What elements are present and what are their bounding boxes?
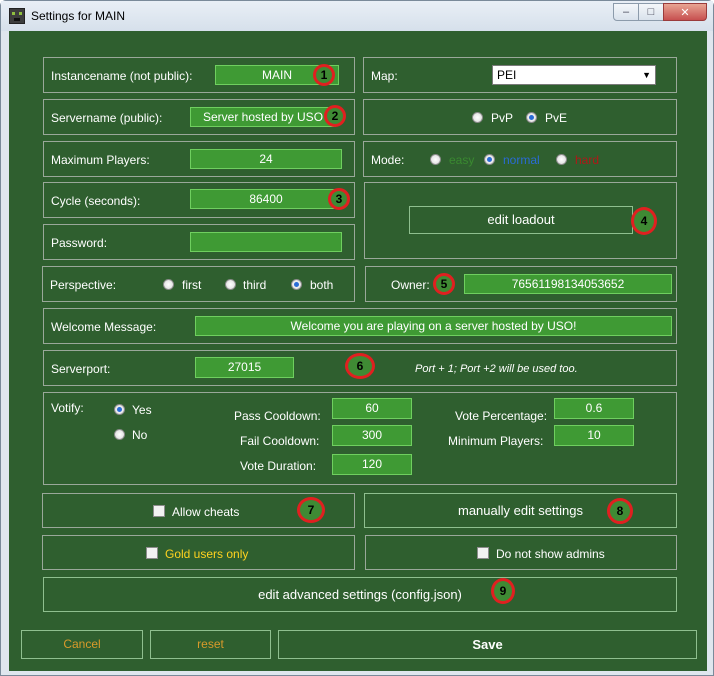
annotation-marker: 8 (607, 498, 633, 524)
serverport-label: Serverport: (51, 362, 111, 376)
annotation-marker: 3 (328, 188, 350, 210)
annotation-marker: 2 (324, 105, 346, 127)
password-input[interactable] (190, 232, 342, 252)
cheats-label: Allow cheats (172, 505, 240, 519)
votify-no-radio[interactable] (114, 429, 125, 440)
min-players-label: Minimum Players: (448, 434, 544, 448)
perspective-third-label: third (243, 278, 267, 292)
pass-cooldown-input[interactable]: 60 (332, 398, 412, 419)
maxplayers-panel: Maximum Players: 24 (43, 141, 355, 177)
welcome-label: Welcome Message: (51, 320, 157, 334)
welcome-panel: Welcome Message: Welcome you are playing… (43, 308, 677, 344)
admins-label: Do not show admins (496, 547, 605, 561)
votify-yes-label: Yes (132, 403, 152, 417)
fail-cooldown-input[interactable]: 300 (332, 425, 412, 446)
pvp-radio[interactable] (472, 112, 483, 123)
annotation-marker: 7 (297, 497, 325, 523)
window-title: Settings for MAIN (31, 9, 126, 23)
edit-loadout-button[interactable]: edit loadout (409, 206, 633, 234)
gold-panel: Gold users only (42, 535, 355, 570)
password-label: Password: (51, 236, 108, 250)
map-select-value: PEI (497, 68, 517, 82)
map-select[interactable]: PEI ▼ (492, 65, 656, 85)
servername-label: Servername (public): (51, 111, 163, 125)
password-panel: Password: (43, 224, 355, 260)
mode-easy-radio[interactable] (430, 154, 441, 165)
perspective-both-label: both (310, 278, 334, 292)
mode-normal-radio[interactable] (484, 154, 495, 165)
perspective-panel: Perspective: first third both (42, 266, 355, 302)
votify-panel: Votify: Yes No Pass Cooldown: 60 Fail Co… (43, 392, 677, 485)
serverport-input[interactable]: 27015 (195, 357, 294, 378)
vote-duration-label: Vote Duration: (240, 459, 317, 473)
fail-cooldown-label: Fail Cooldown: (240, 434, 320, 448)
cheats-checkbox[interactable] (153, 505, 165, 517)
maxplayers-input[interactable]: 24 (190, 149, 342, 169)
pve-radio[interactable] (526, 112, 537, 123)
chevron-down-icon: ▼ (642, 70, 651, 80)
title-bar[interactable]: Settings for MAIN – □ ✕ (1, 1, 713, 31)
serverport-note: Port + 1; Port +2 will be used too. (415, 363, 578, 375)
perspective-first-radio[interactable] (163, 279, 174, 290)
servername-input[interactable]: Server hosted by USO (190, 107, 336, 127)
vote-percentage-input[interactable]: 0.6 (554, 398, 634, 419)
settings-form: Instancename (not public): MAIN 1 Map: P… (9, 31, 707, 671)
annotation-marker: 6 (345, 353, 375, 379)
vote-duration-input[interactable]: 120 (332, 454, 412, 475)
app-icon (9, 8, 25, 24)
annotation-marker: 4 (631, 207, 657, 235)
perspective-label: Perspective: (50, 278, 117, 292)
gold-label: Gold users only (165, 547, 249, 561)
admins-checkbox[interactable] (477, 547, 489, 559)
mode-easy-label: easy (449, 153, 475, 167)
mode-label: Mode: (371, 153, 405, 167)
annotation-marker: 1 (313, 64, 335, 86)
annotation-marker: 9 (491, 578, 515, 604)
mode-hard-label: hard (575, 153, 600, 167)
map-label: Map: (371, 69, 398, 83)
maximize-button[interactable]: □ (638, 3, 664, 21)
gold-checkbox[interactable] (146, 547, 158, 559)
welcome-input[interactable]: Welcome you are playing on a server host… (195, 316, 672, 336)
perspective-third-radio[interactable] (225, 279, 236, 290)
reset-button[interactable]: reset (150, 630, 271, 659)
perspective-both-radio[interactable] (291, 279, 302, 290)
caption-buttons: – □ ✕ (613, 3, 707, 21)
servername-panel: Servername (public): Server hosted by US… (43, 99, 355, 135)
maxplayers-label: Maximum Players: (51, 153, 150, 167)
pvp-panel: PvP PvE (363, 99, 677, 135)
minimize-button[interactable]: – (613, 3, 639, 21)
cycle-label: Cycle (seconds): (51, 194, 141, 208)
vote-percentage-label: Vote Percentage: (455, 409, 548, 423)
owner-panel: Owner: 76561198134053652 (365, 266, 677, 302)
mode-hard-radio[interactable] (556, 154, 567, 165)
cycle-input[interactable]: 86400 (190, 189, 342, 209)
pass-cooldown-label: Pass Cooldown: (234, 409, 321, 423)
admins-panel: Do not show admins (365, 535, 677, 570)
annotation-marker: 5 (433, 273, 455, 295)
edit-advanced-settings-button[interactable]: edit advanced settings (config.json) (43, 577, 677, 612)
mode-panel: Mode: easy normal hard (363, 141, 677, 177)
pve-label: PvE (545, 111, 568, 125)
min-players-input[interactable]: 10 (554, 425, 634, 446)
cycle-panel: Cycle (seconds): 86400 (43, 182, 355, 218)
votify-yes-radio[interactable] (114, 404, 125, 415)
save-button[interactable]: Save (278, 630, 697, 659)
votify-label: Votify: (51, 401, 84, 415)
mode-normal-label: normal (503, 153, 540, 167)
instancename-label: Instancename (not public): (51, 69, 193, 83)
pvp-label: PvP (491, 111, 514, 125)
owner-label: Owner: (391, 278, 430, 292)
cancel-button[interactable]: Cancel (21, 630, 143, 659)
owner-input[interactable]: 76561198134053652 (464, 274, 672, 294)
votify-no-label: No (132, 428, 148, 442)
perspective-first-label: first (182, 278, 202, 292)
instancename-panel: Instancename (not public): MAIN (43, 57, 355, 93)
settings-window: Settings for MAIN – □ ✕ Instancename (no… (0, 0, 714, 676)
map-panel: Map: PEI ▼ (363, 57, 677, 93)
close-button[interactable]: ✕ (663, 3, 707, 21)
